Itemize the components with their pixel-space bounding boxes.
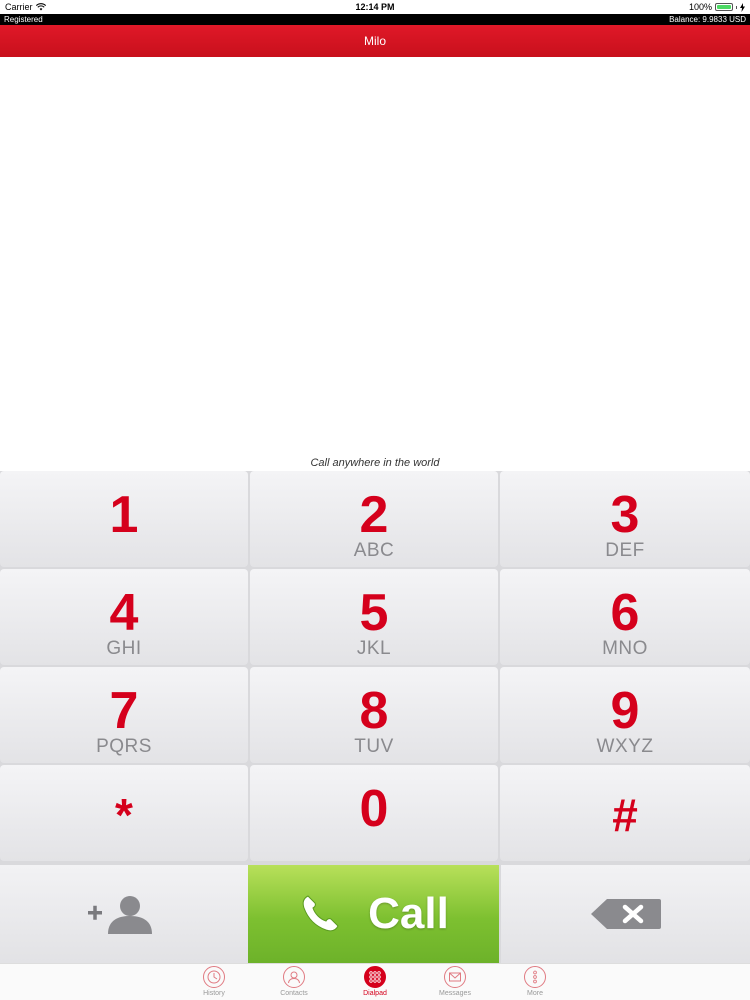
tab-label: Dialpad — [363, 990, 387, 997]
charging-bolt-icon — [740, 2, 745, 12]
person-icon — [288, 971, 300, 984]
clock-icon — [207, 970, 221, 984]
tab-bar: History Contacts Dialpad Messages More — [0, 963, 750, 1000]
app-title-bar: Milo — [0, 25, 750, 57]
key-digit: 7 — [109, 682, 139, 740]
key-letters: TUV — [354, 736, 394, 757]
tab-label: Messages — [439, 990, 471, 997]
tab-history-icon-wrap — [203, 966, 225, 988]
key-digit: 3 — [610, 486, 640, 544]
tab-label: History — [203, 990, 225, 997]
battery-percent: 100% — [688, 2, 712, 12]
key-letters: PQRS — [96, 736, 152, 757]
key-9[interactable]: 9 WXYZ — [500, 667, 750, 763]
backspace-button[interactable] — [501, 865, 750, 963]
key-letters: DEF — [605, 540, 645, 561]
key-letters: JKL — [356, 638, 392, 659]
registration-status: Registered — [4, 15, 43, 24]
key-hash[interactable]: # — [500, 765, 750, 861]
tab-dialpad[interactable]: Dialpad — [345, 966, 405, 997]
battery-tip — [736, 5, 737, 9]
key-digit: # — [612, 789, 638, 841]
tab-more[interactable]: More — [505, 966, 565, 997]
tab-label: Contacts — [280, 990, 308, 997]
add-contact-button[interactable] — [0, 865, 248, 963]
tagline: Call anywhere in the world — [310, 457, 440, 469]
key-0[interactable]: 0 — [250, 765, 498, 861]
tab-messages[interactable]: Messages — [425, 966, 485, 997]
battery-fill — [717, 5, 731, 9]
tab-dialpad-icon-wrap — [364, 966, 386, 988]
key-1[interactable]: 1 — [0, 471, 248, 567]
key-digit: 8 — [359, 682, 389, 740]
tab-history[interactable]: History — [184, 966, 244, 997]
status-clock: 12:14 PM — [355, 2, 395, 12]
key-8[interactable]: 8 TUV — [250, 667, 498, 763]
key-3[interactable]: 3 DEF — [500, 471, 750, 567]
key-4[interactable]: 4 GHI — [0, 569, 248, 665]
key-5[interactable]: 5 JKL — [250, 569, 498, 665]
key-letters: MNO — [602, 638, 648, 659]
dialpad-icon — [369, 971, 381, 983]
key-letters: GHI — [106, 638, 142, 659]
add-contact-icon — [88, 896, 152, 934]
tab-messages-icon-wrap — [444, 966, 466, 988]
key-digit: 1 — [109, 486, 139, 544]
tab-label: More — [527, 990, 543, 997]
key-digit: 6 — [610, 584, 640, 642]
key-6[interactable]: 6 MNO — [500, 569, 750, 665]
key-digit: 9 — [610, 682, 640, 740]
key-digit: 4 — [109, 584, 139, 642]
tab-contacts-icon-wrap — [283, 966, 305, 988]
key-digit: 5 — [359, 584, 389, 642]
phone-handset-icon — [302, 895, 339, 932]
account-balance: Balance: 9.9833 USD — [669, 15, 746, 24]
battery-indicator: 100% — [689, 2, 745, 12]
dialed-number-display[interactable] — [0, 57, 750, 455]
key-digit: 2 — [359, 486, 389, 544]
backspace-icon — [590, 899, 661, 929]
key-7[interactable]: 7 PQRS — [0, 667, 248, 763]
envelope-icon — [449, 972, 461, 982]
account-info-bar: Registered Balance: 9.9833 USD — [0, 14, 750, 25]
call-label: Call — [368, 889, 449, 938]
tab-contacts[interactable]: Contacts — [264, 966, 324, 997]
key-letters: WXYZ — [596, 736, 654, 757]
key-digit: 0 — [359, 780, 389, 838]
more-dots-icon — [533, 970, 537, 984]
tab-more-icon-wrap — [524, 966, 546, 988]
key-letters: ABC — [353, 540, 395, 561]
key-2[interactable]: 2 ABC — [250, 471, 498, 567]
key-star[interactable]: * — [0, 765, 248, 861]
app-title: Milo — [363, 34, 386, 48]
ios-status-bar: Carrier 12:14 PM 100% — [0, 0, 750, 14]
key-digit: * — [115, 789, 133, 841]
battery-icon — [715, 3, 733, 11]
call-button[interactable]: Call — [248, 865, 499, 963]
